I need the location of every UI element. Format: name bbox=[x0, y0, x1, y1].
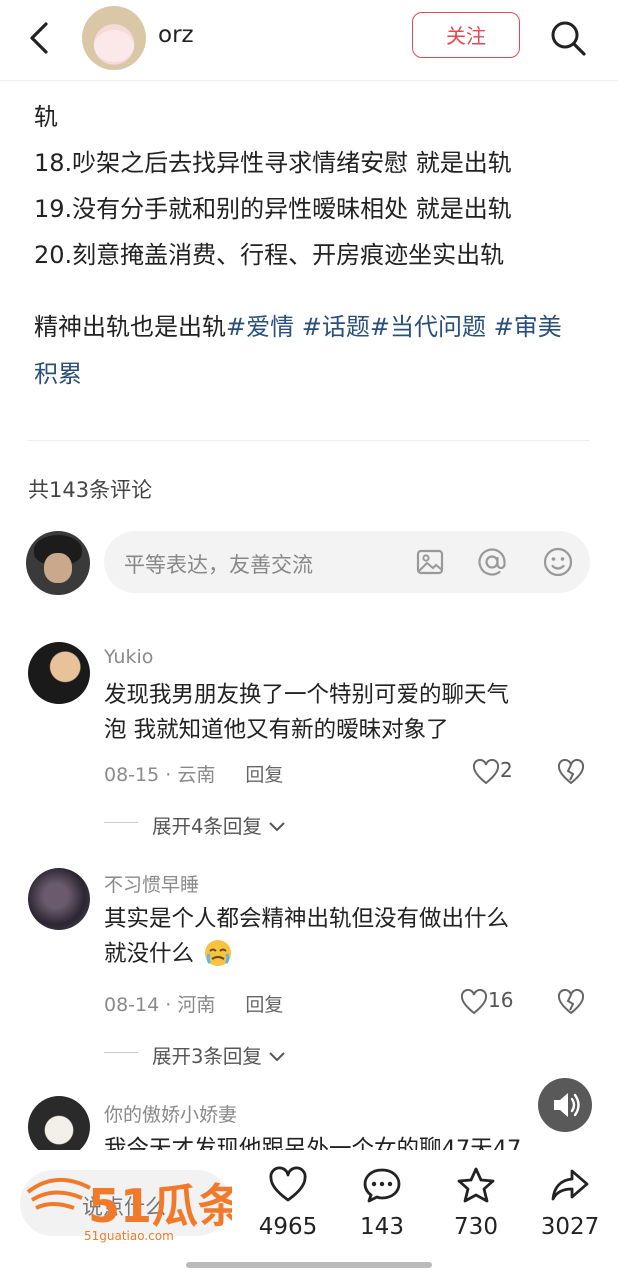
post-body: 轨 18.吵架之后去找异性寻求情绪安慰 就是出轨 19.没有分手就和别的异性暧昧… bbox=[34, 94, 594, 278]
comment-input[interactable]: 平等表达，友善交流 bbox=[104, 531, 590, 593]
reply-button[interactable]: 回复 bbox=[245, 994, 283, 1016]
my-avatar bbox=[26, 531, 90, 595]
speaker-icon bbox=[554, 1093, 580, 1117]
comment-text-line: 泡 我就知道他又有新的暧昧对象了 bbox=[104, 717, 449, 743]
expand-divider bbox=[104, 1052, 138, 1053]
hashtag-link[interactable]: #爱情 bbox=[226, 313, 294, 341]
commenter-avatar[interactable] bbox=[28, 868, 90, 930]
comment-like-count: 16 bbox=[488, 988, 514, 1012]
favorite-count: 730 bbox=[454, 1214, 498, 1240]
post-line: 20.刻意掩盖消费、行程、开房痕迹坐实出轨 bbox=[34, 241, 505, 269]
comment-meta: 08-14 · 河南 回复 bbox=[104, 994, 284, 1016]
image-icon[interactable] bbox=[414, 546, 446, 578]
share-button[interactable]: 3027 bbox=[530, 1166, 610, 1240]
comment-text[interactable]: 发现我男朋友换了一个特别可爱的聊天气 泡 我就知道他又有新的暧昧对象了 bbox=[104, 678, 584, 748]
top-header: orz 关注 bbox=[0, 0, 618, 81]
comment-bubble-icon bbox=[363, 1168, 401, 1203]
search-icon[interactable] bbox=[548, 18, 588, 58]
comment-like-count: 2 bbox=[500, 758, 513, 782]
like-count: 4965 bbox=[258, 1214, 318, 1240]
comment-text[interactable]: 其实是个人都会精神出轨但没有做出什么 就没什么 bbox=[104, 902, 584, 972]
back-arrow-icon[interactable] bbox=[24, 20, 56, 56]
favorite-button[interactable]: 730 bbox=[436, 1166, 516, 1240]
comment-date: 08-15 bbox=[104, 764, 160, 786]
star-icon bbox=[457, 1167, 495, 1203]
expand-divider bbox=[104, 822, 138, 823]
watermark-sub-text: 51guatiao.com bbox=[84, 1229, 174, 1243]
comment-text-line: 发现我男朋友换了一个特别可爱的聊天气 bbox=[104, 682, 510, 708]
commenter-avatar[interactable] bbox=[28, 1096, 90, 1158]
home-indicator bbox=[186, 1262, 432, 1268]
comment-location: 云南 bbox=[177, 764, 216, 786]
author-avatar[interactable] bbox=[82, 6, 146, 70]
emoji-icon[interactable] bbox=[542, 546, 574, 578]
like-button[interactable]: 4965 bbox=[248, 1166, 328, 1240]
chevron-down-icon bbox=[269, 1052, 285, 1062]
bottom-action-bar: 说点什么 51瓜条 51guatiao.com 4965 143 730 302… bbox=[0, 1150, 618, 1280]
dislike-icon[interactable] bbox=[556, 988, 586, 1016]
expand-replies-button[interactable]: 展开3条回复 bbox=[152, 1040, 286, 1069]
watermark-main-text: 51瓜条 bbox=[88, 1179, 232, 1233]
comment-date: 08-14 bbox=[104, 994, 160, 1016]
chevron-down-icon bbox=[269, 822, 285, 832]
share-arrow-icon bbox=[551, 1169, 589, 1201]
comment-count: 共143条评论 bbox=[28, 478, 153, 502]
heart-icon bbox=[460, 988, 488, 1014]
comment-text-line: 其实是个人都会精神出轨但没有做出什么 bbox=[104, 906, 510, 932]
commenter-name[interactable]: Yukio bbox=[104, 646, 153, 668]
post-line: 18.吵架之后去找异性寻求情绪安慰 就是出轨 bbox=[34, 149, 512, 177]
post-summary-tags: 精神出轨也是出轨#爱情 #话题#当代问题 #审美积累 bbox=[34, 304, 584, 398]
comment-meta: 08-15 · 云南 回复 bbox=[104, 764, 284, 786]
commenter-name[interactable]: 不习惯早睡 bbox=[104, 870, 199, 897]
author-name[interactable]: orz bbox=[158, 22, 194, 48]
expand-replies-label: 展开4条回复 bbox=[152, 815, 262, 838]
watermark-logo: 51瓜条 51guatiao.com bbox=[26, 1177, 232, 1243]
comment-like-button[interactable]: 16 bbox=[460, 988, 513, 1015]
comment-count-number: 143 bbox=[360, 1214, 404, 1240]
comment-like-button[interactable]: 2 bbox=[472, 758, 513, 785]
expand-replies-button[interactable]: 展开4条回复 bbox=[152, 810, 286, 839]
dislike-icon[interactable] bbox=[556, 758, 586, 786]
hashtag-link[interactable]: #话题 bbox=[302, 313, 370, 341]
crying-emoji-icon bbox=[205, 940, 232, 966]
share-count: 3027 bbox=[540, 1214, 600, 1240]
comment-button[interactable]: 143 bbox=[342, 1166, 422, 1240]
mention-icon[interactable] bbox=[476, 546, 508, 578]
expand-replies-label: 展开3条回复 bbox=[152, 1045, 262, 1068]
commenter-name[interactable]: 你的傲娇小娇妻 bbox=[104, 1100, 237, 1127]
commenter-avatar[interactable] bbox=[28, 642, 90, 704]
hashtag-link[interactable]: #当代问题 bbox=[370, 313, 486, 341]
comment-text-line: 就没什么 bbox=[104, 937, 584, 972]
post-line: 轨 bbox=[34, 103, 58, 131]
post-summary: 精神出轨也是出轨 bbox=[34, 313, 226, 341]
divider bbox=[28, 440, 590, 441]
heart-icon bbox=[472, 758, 500, 784]
comment-location: 河南 bbox=[177, 994, 216, 1016]
follow-button[interactable]: 关注 bbox=[412, 12, 520, 58]
reply-button[interactable]: 回复 bbox=[245, 764, 283, 786]
sound-toggle-button[interactable] bbox=[538, 1078, 592, 1132]
heart-icon bbox=[269, 1166, 307, 1202]
post-line: 19.没有分手就和别的异性暧昧相处 就是出轨 bbox=[34, 195, 512, 223]
comment-input-placeholder: 平等表达，友善交流 bbox=[124, 553, 313, 577]
